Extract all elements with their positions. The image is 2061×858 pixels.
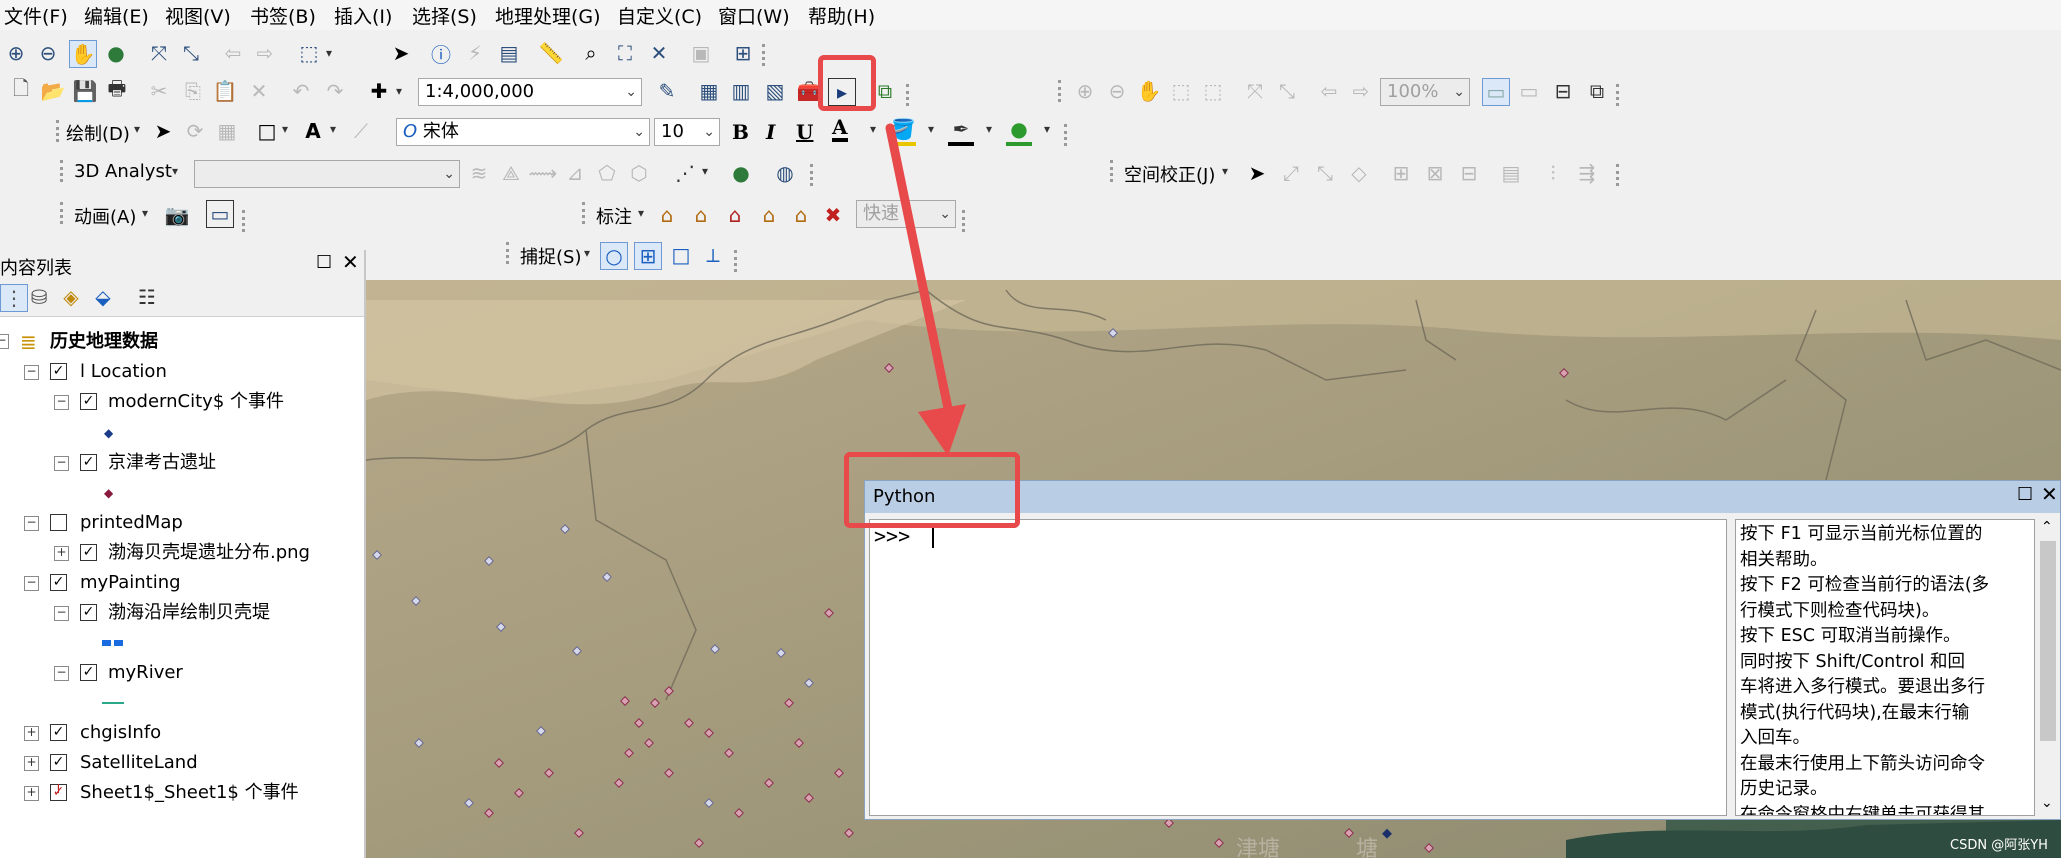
watermark: CSDN @阿张YH — [1950, 838, 2048, 853]
arrowhead-icon — [918, 404, 966, 456]
annotation-arrow — [885, 123, 966, 456]
